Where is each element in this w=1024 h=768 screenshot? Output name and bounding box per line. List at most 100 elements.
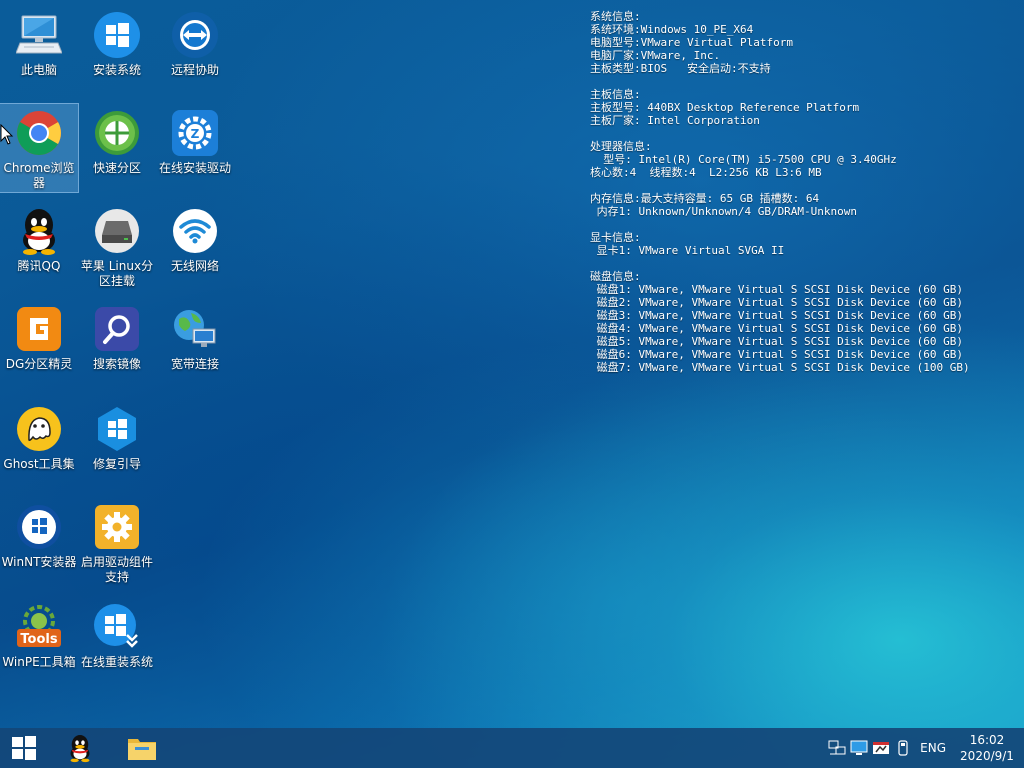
desktop-icon-label: 安装系统 xyxy=(92,63,141,77)
desktop-icon-driver-components[interactable]: 启用驱动组件支持 xyxy=(78,498,156,590)
desktop-icon-online-driver[interactable]: Z 在线安装驱动 xyxy=(156,104,234,196)
desktop-icon-ghost-tools[interactable]: Ghost工具集 xyxy=(0,400,78,492)
tools-icon: Tools xyxy=(14,602,64,652)
desktop-icon-winnt-setup[interactable]: WinNT安装器 xyxy=(0,498,78,590)
desktop-icon-label: 快速分区 xyxy=(92,161,141,175)
desktop-icon-label: 启用驱动组件支持 xyxy=(80,555,153,584)
system-info-panel: 系统信息: 系统环境:Windows 10_PE_X64 电脑型号:VMware V… xyxy=(590,10,970,374)
tray-network-icon[interactable] xyxy=(826,728,848,768)
desktop-icon-label: 无线网络 xyxy=(170,259,219,273)
desktop-icon-label: 苹果 Linux分区挂载 xyxy=(80,259,154,288)
clock-date: 2020/9/1 xyxy=(960,749,1014,763)
sysinfo-line: 型号: Intel(R) Core(TM) i5-7500 CPU @ 3.40… xyxy=(590,153,897,166)
desktop-icon-label: 在线重装系统 xyxy=(80,655,153,669)
desktop: 此电脑 安装系统 远程协助 Chrome浏览器 快速分区 Z 在线安装驱动 腾讯… xyxy=(0,0,1024,728)
taskbar: ENG 16:02 2020/9/1 xyxy=(0,728,1024,768)
repair-boot-icon xyxy=(92,404,142,454)
sysinfo-line: 磁盘7: VMware, VMware Virtual S SCSI Disk … xyxy=(590,361,970,374)
desktop-icon-remote-assist[interactable]: 远程协助 xyxy=(156,6,234,98)
qq-icon xyxy=(70,735,90,763)
sysinfo-line: 电脑型号:VMware Virtual Platform xyxy=(590,36,793,49)
partition-icon xyxy=(92,108,142,158)
desktop-icon-label: WinNT安装器 xyxy=(1,555,77,569)
desktop-icon-diskgenius[interactable]: DG分区精灵 xyxy=(0,300,78,392)
desktop-icon-label: 修复引导 xyxy=(92,457,141,471)
desktop-icon-qq[interactable]: 腾讯QQ xyxy=(0,202,78,294)
sysinfo-line: 系统环境:Windows 10_PE_X64 xyxy=(590,23,754,36)
windows-icon xyxy=(92,10,142,60)
desktop-icon-label: 在线安装驱动 xyxy=(158,161,231,175)
diskgenius-icon xyxy=(14,304,64,354)
sysinfo-line: 磁盘5: VMware, VMware Virtual S SCSI Disk … xyxy=(590,335,963,348)
desktop-icon-search-image[interactable]: 搜索镜像 xyxy=(78,300,156,392)
sysinfo-line: 内存信息:最大支持容量: 65 GB 插槽数: 64 xyxy=(590,192,820,205)
desktop-icon-label: 远程协助 xyxy=(170,63,219,77)
desktop-icon-repair-boot[interactable]: 修复引导 xyxy=(78,400,156,492)
sysinfo-line: 核心数:4 线程数:4 L2:256 KB L3:6 MB xyxy=(590,166,822,179)
desktop-icon-label: 搜索镜像 xyxy=(92,357,141,371)
computer-icon xyxy=(14,10,64,60)
desktop-icon-winpe-tools[interactable]: Tools WinPE工具箱 xyxy=(0,598,78,690)
tray-language[interactable]: ENG xyxy=(914,741,954,755)
tray-app-icon[interactable] xyxy=(870,728,892,768)
disk-drive-icon xyxy=(92,206,142,256)
desktop-icon-install-system[interactable]: 安装系统 xyxy=(78,6,156,98)
gear-icon xyxy=(92,502,142,552)
search-icon xyxy=(92,304,142,354)
mouse-cursor-icon xyxy=(0,123,14,150)
tray-display-icon[interactable] xyxy=(848,728,870,768)
sysinfo-line: 主板类型:BIOS 安全启动:不支持 xyxy=(590,62,771,75)
sysinfo-line: 显卡信息: xyxy=(590,231,641,244)
sysinfo-spacer xyxy=(590,218,970,231)
sysinfo-line: 磁盘2: VMware, VMware Virtual S SCSI Disk … xyxy=(590,296,963,309)
tray-usb-icon[interactable] xyxy=(892,728,914,768)
sysinfo-line: 磁盘4: VMware, VMware Virtual S SCSI Disk … xyxy=(590,322,963,335)
clock-time: 16:02 xyxy=(969,733,1005,747)
sysinfo-line: 系统信息: xyxy=(590,10,641,23)
desktop-icon-linux-mount[interactable]: 苹果 Linux分区挂载 xyxy=(78,202,156,294)
ghost-icon xyxy=(14,404,64,454)
desktop-icon-this-pc[interactable]: 此电脑 xyxy=(0,6,78,98)
taskbar-file-explorer-button[interactable] xyxy=(118,728,166,768)
desktop-icon-label: DG分区精灵 xyxy=(5,357,73,371)
chrome-icon xyxy=(14,108,64,158)
sysinfo-line: 电脑厂家:VMware, Inc. xyxy=(590,49,721,62)
svg-text:Z: Z xyxy=(191,127,200,141)
sysinfo-line: 处理器信息: xyxy=(590,140,652,153)
globe-network-icon xyxy=(170,304,220,354)
sysinfo-line: 显卡1: VMware Virtual SVGA II xyxy=(590,244,785,257)
desktop-icon-label: 宽带连接 xyxy=(170,357,219,371)
sysinfo-spacer xyxy=(590,127,970,140)
desktop-icon-label: WinPE工具箱 xyxy=(2,655,76,669)
sysinfo-spacer xyxy=(590,179,970,192)
sysinfo-line: 磁盘6: VMware, VMware Virtual S SCSI Disk … xyxy=(590,348,963,361)
sysinfo-spacer xyxy=(590,75,970,88)
qq-icon xyxy=(14,206,64,256)
sysinfo-line: 主板厂家: Intel Corporation xyxy=(590,114,760,127)
desktop-icon-broadband[interactable]: 宽带连接 xyxy=(156,300,234,392)
sysinfo-spacer xyxy=(590,257,970,270)
desktop-icon-label: 此电脑 xyxy=(20,63,57,77)
desktop-icon-quick-partition[interactable]: 快速分区 xyxy=(78,104,156,196)
desktop-icon-wireless[interactable]: 无线网络 xyxy=(156,202,234,294)
desktop-icon-online-reinstall[interactable]: 在线重装系统 xyxy=(78,598,156,690)
sysinfo-line: 磁盘3: VMware, VMware Virtual S SCSI Disk … xyxy=(590,309,963,322)
start-button[interactable] xyxy=(0,728,48,768)
winnt-icon xyxy=(14,502,64,552)
sysinfo-line: 主板信息: xyxy=(590,88,641,101)
file-explorer-icon xyxy=(128,739,156,760)
start-icon xyxy=(12,736,36,760)
sysinfo-line: 磁盘1: VMware, VMware Virtual S SCSI Disk … xyxy=(590,283,963,296)
sysinfo-line: 磁盘信息: xyxy=(590,270,641,283)
desktop-icon-label: 腾讯QQ xyxy=(17,259,61,273)
taskbar-qq-button[interactable] xyxy=(56,728,104,768)
driver-icon: Z xyxy=(170,108,220,158)
sysinfo-line: 内存1: Unknown/Unknown/4 GB/DRAM-Unknown xyxy=(590,205,858,218)
system-tray: ENG 16:02 2020/9/1 xyxy=(826,728,1024,768)
svg-text:Tools: Tools xyxy=(20,632,57,647)
sysinfo-line: 主板型号: 440BX Desktop Reference Platform xyxy=(590,101,860,114)
reinstall-icon xyxy=(92,602,142,652)
desktop-icon-label: Ghost工具集 xyxy=(3,457,75,471)
tray-clock[interactable]: 16:02 2020/9/1 xyxy=(954,732,1024,764)
wifi-icon xyxy=(170,206,220,256)
